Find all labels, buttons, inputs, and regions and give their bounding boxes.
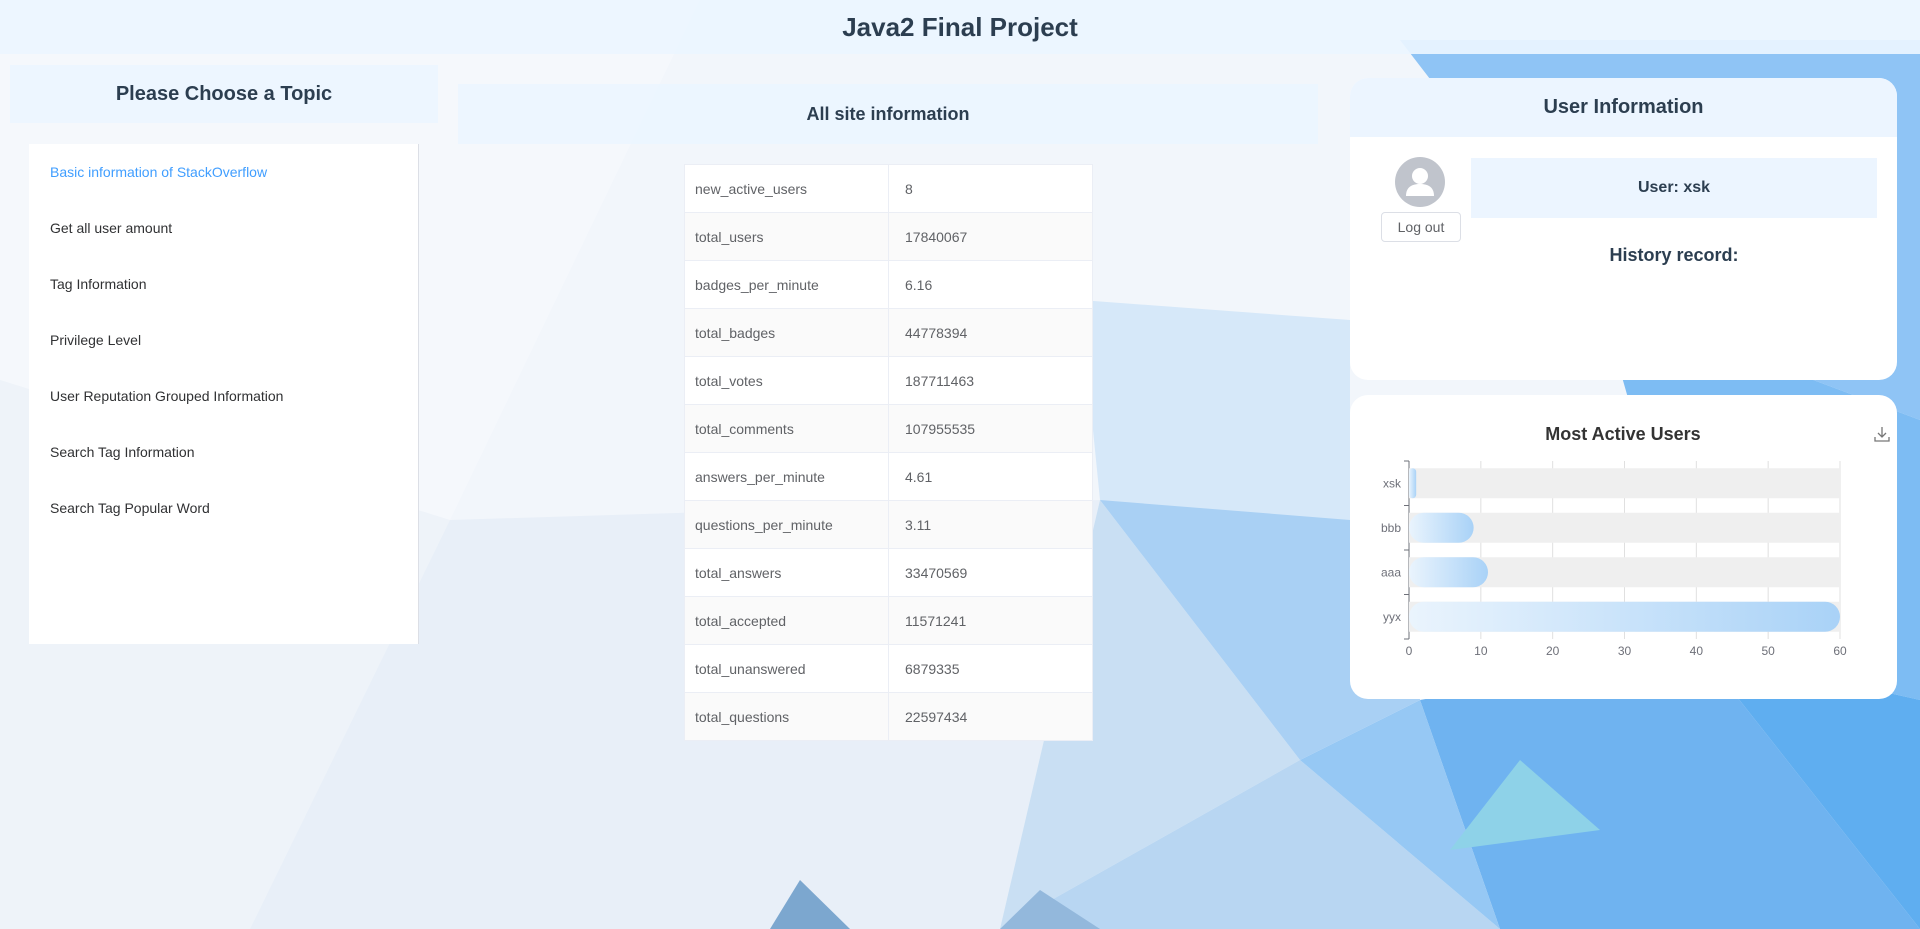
table-value: 8 [888,164,1093,213]
chart-title: Most Active Users [1545,424,1700,444]
table-row: total_answers 33470569 [684,548,1093,597]
table-row: badges_per_minute 6.16 [684,260,1093,309]
sidebar-title: Please Choose a Topic [10,65,438,123]
x-tick-label: 30 [1618,644,1632,658]
menu-item-basic-info[interactable]: Basic information of StackOverflow [29,144,418,200]
category-label: xsk [1383,476,1402,490]
table-value: 17840067 [888,212,1093,261]
table-value: 33470569 [888,548,1093,597]
current-user-label: User: xsk [1471,158,1877,218]
table-key: new_active_users [684,164,889,213]
user-avatar-icon [1395,157,1445,207]
app-title: Java2 Final Project [842,11,1078,42]
table-key: total_unanswered [684,644,889,693]
table-value: 6879335 [888,644,1093,693]
menu-item-user-reputation[interactable]: User Reputation Grouped Information [29,368,418,424]
topic-menu: Basic information of StackOverflow Get a… [29,144,419,644]
menu-item-search-tag[interactable]: Search Tag Information [29,424,418,480]
category-label: aaa [1381,565,1401,579]
table-value: 44778394 [888,308,1093,357]
table-key: badges_per_minute [684,260,889,309]
table-value: 187711463 [888,356,1093,405]
bar [1409,557,1489,588]
category-label: yyx [1383,610,1401,624]
table-row: total_badges 44778394 [684,308,1093,357]
table-value: 3.11 [888,500,1093,549]
table-key: answers_per_minute [684,452,889,501]
table-row: questions_per_minute 3.11 [684,500,1093,549]
table-value: 107955535 [888,404,1093,453]
table-key: total_answers [684,548,889,597]
bar [1409,512,1474,543]
menu-item-privilege-level[interactable]: Privilege Level [29,312,418,368]
table-row: total_votes 187711463 [684,356,1093,405]
table-row: total_comments 107955535 [684,404,1093,453]
x-tick-label: 10 [1474,644,1488,658]
x-tick-label: 60 [1833,644,1847,658]
user-info-card: User Information Log out User: xsk Histo… [1350,78,1897,380]
category-label: bbb [1381,521,1401,535]
x-tick-label: 0 [1406,644,1413,658]
table-value: 6.16 [888,260,1093,309]
avatar-glyph [1406,168,1434,196]
table-row: new_active_users 8 [684,164,1093,213]
menu-item-search-tag-popular-word[interactable]: Search Tag Popular Word [29,480,418,536]
bar [1409,468,1417,499]
x-tick-label: 20 [1546,644,1560,658]
history-record-label: History record: [1609,245,1739,265]
table-key: total_comments [684,404,889,453]
download-icon[interactable] [1874,427,1890,442]
bar [1409,601,1840,632]
most-active-users-card: Most Active Users xsk bbb aaa yyx 0 10 20 30 40 5… [1350,395,1897,699]
table-row: total_unanswered 6879335 [684,644,1093,693]
table-row: total_users 17840067 [684,212,1093,261]
most-active-users-chart: Most Active Users xsk bbb aaa yyx 0 10 20 30 40 5… [1381,424,1890,658]
bar-track [1409,468,1840,499]
site-info-table: new_active_users 8 total_users 17840067 ba… [684,164,1093,741]
menu-item-user-amount[interactable]: Get all user amount [29,200,418,256]
table-value: 11571241 [888,596,1093,645]
logout-button[interactable]: Log out [1381,212,1461,242]
app-header: Java2 Final Project [0,0,1920,54]
x-tick-label: 40 [1690,644,1704,658]
table-key: total_users [684,212,889,261]
table-key: total_votes [684,356,889,405]
table-row: total_questions 22597434 [684,692,1093,741]
user-info-title: User Information [1350,78,1897,137]
table-row: total_accepted 11571241 [684,596,1093,645]
table-value: 22597434 [888,692,1093,741]
menu-item-tag-information[interactable]: Tag Information [29,256,418,312]
x-tick-label: 50 [1761,644,1775,658]
table-key: total_accepted [684,596,889,645]
table-key: total_badges [684,308,889,357]
table-key: questions_per_minute [684,500,889,549]
site-info-title: All site information [458,84,1318,144]
table-key: total_questions [684,692,889,741]
table-row: answers_per_minute 4.61 [684,452,1093,501]
bar-track [1409,512,1840,543]
table-value: 4.61 [888,452,1093,501]
